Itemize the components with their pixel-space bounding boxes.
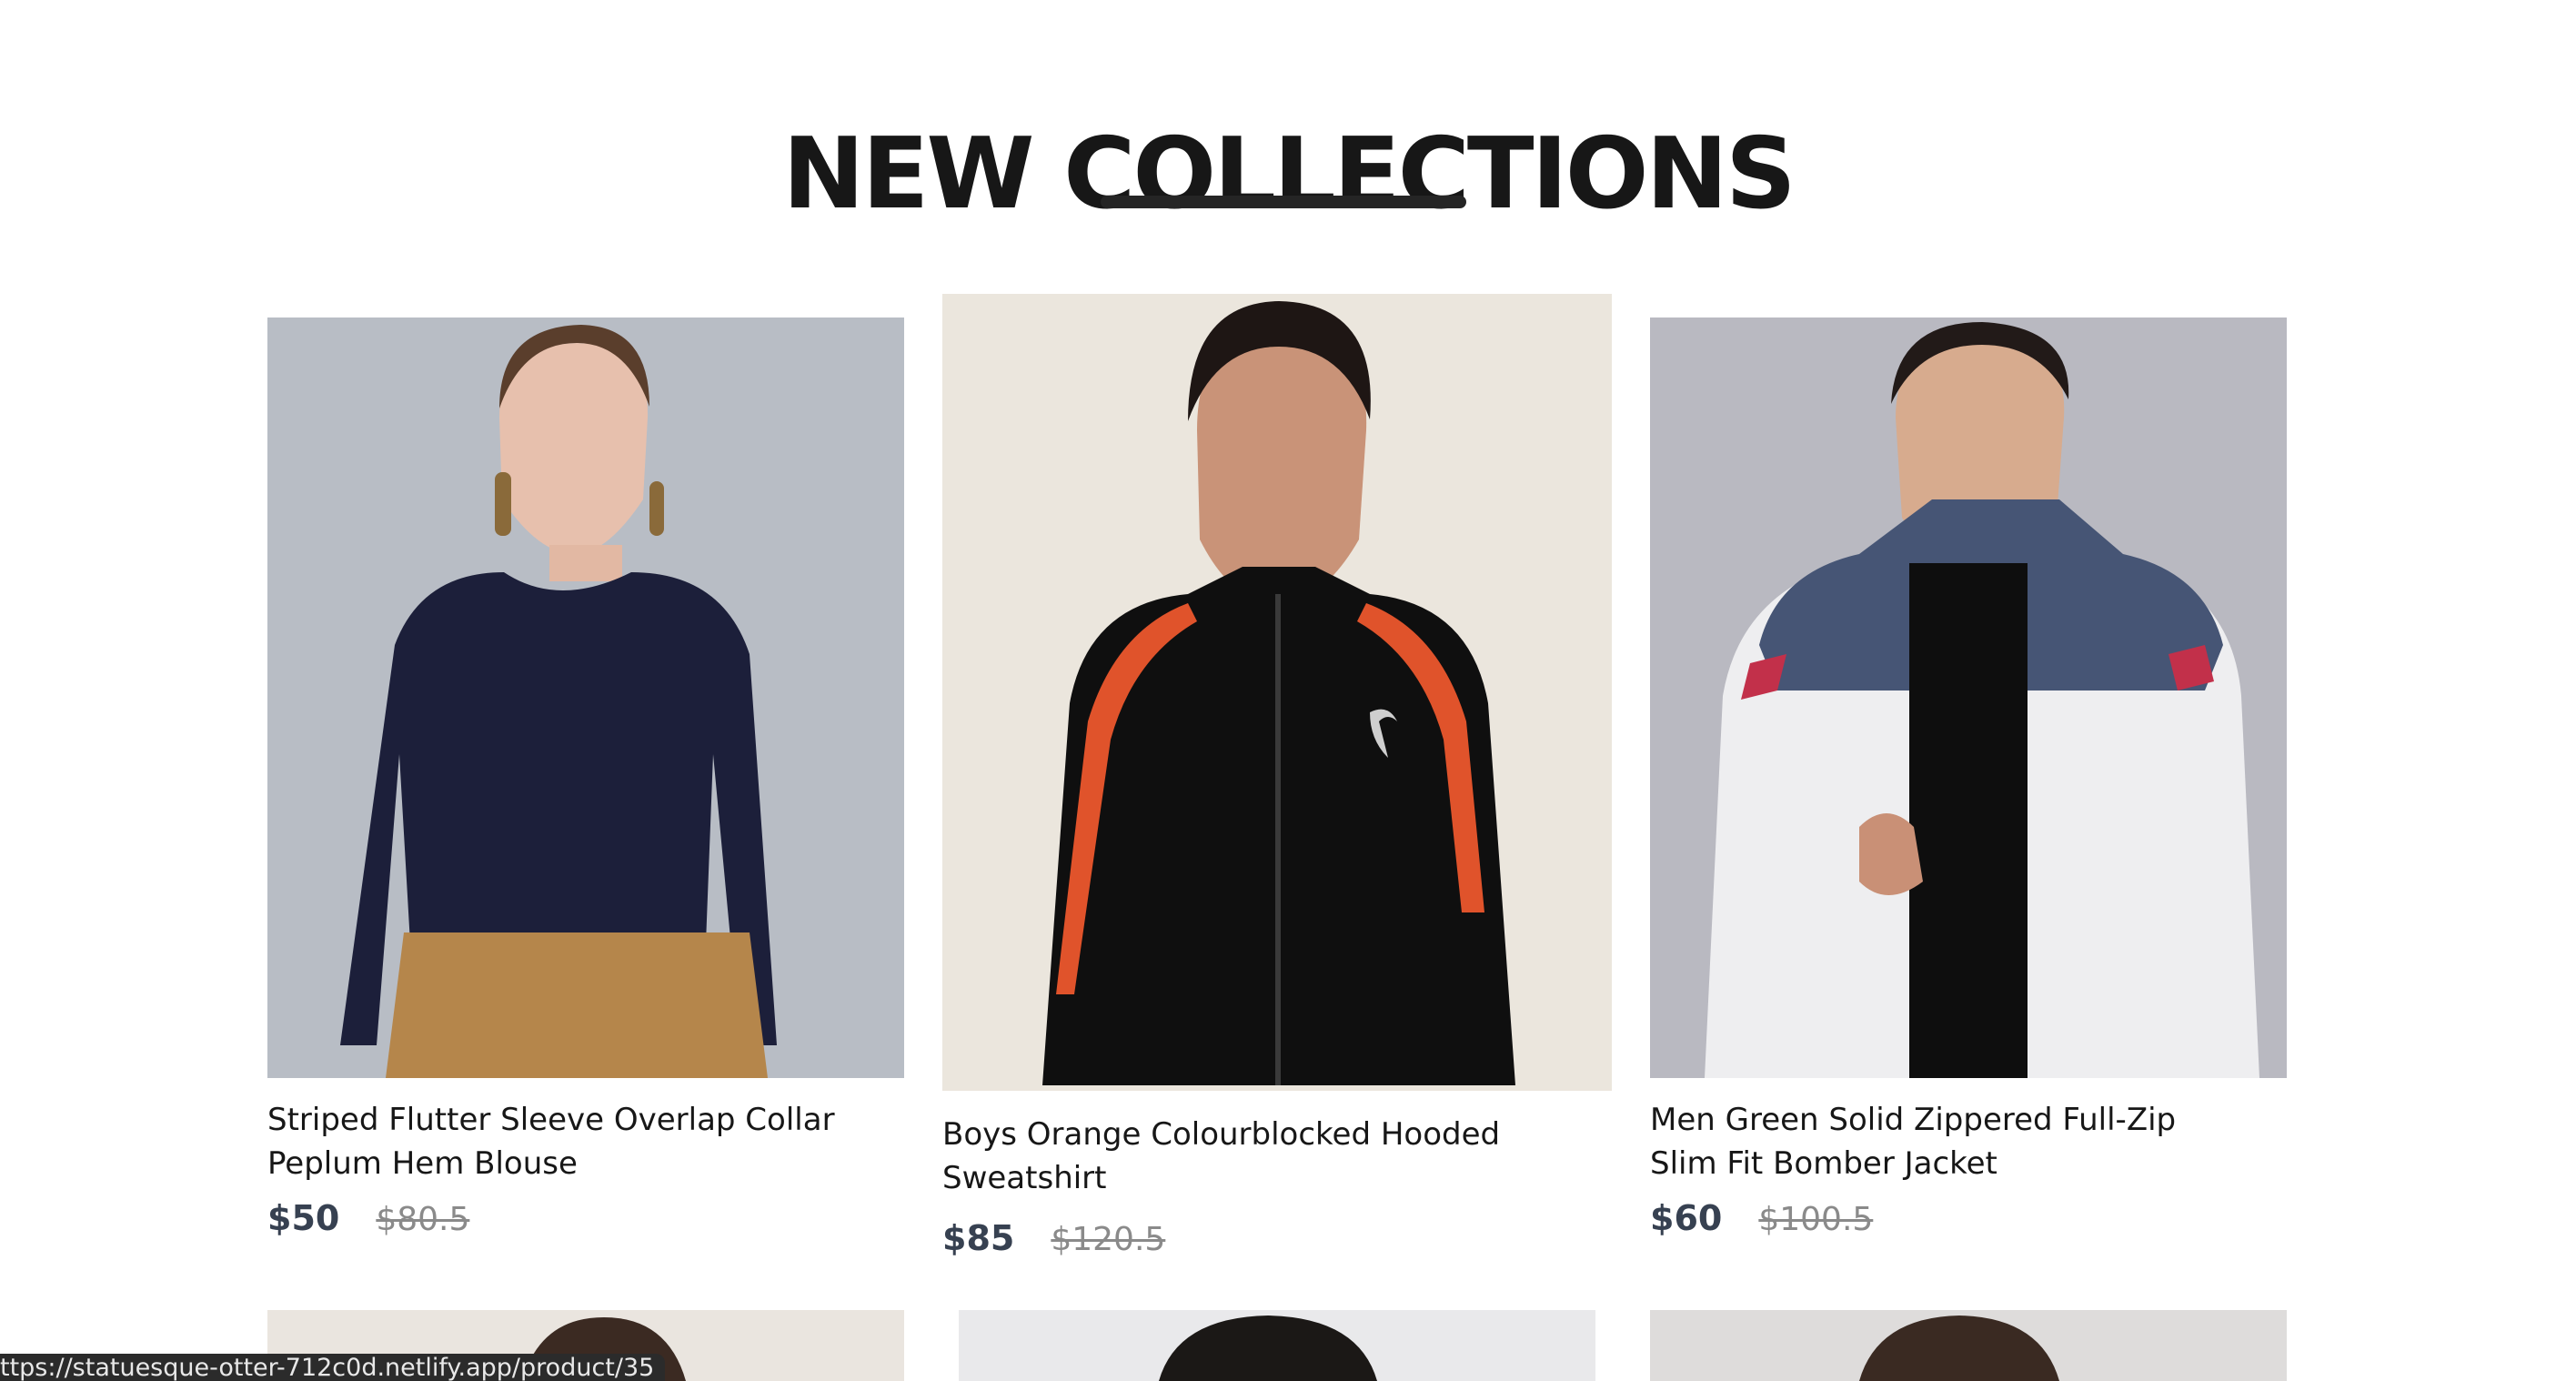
product-name[interactable]: Men Green Solid Zippered Full-Zip Slim F… [1650, 1098, 2250, 1185]
price-group: $85 $120.5 [942, 1218, 1165, 1258]
product-card[interactable]: Men Green Solid Zippered Full-Zip Slim F… [1650, 318, 2287, 1264]
product-card[interactable]: Striped Flutter Sleeve Overlap Collar Pe… [267, 318, 904, 1264]
product-image[interactable] [267, 318, 904, 1078]
link-preview-status-bar: ttps://statuesque-otter-712c0d.netlify.a… [0, 1354, 666, 1381]
product-name[interactable]: Striped Flutter Sleeve Overlap Collar Pe… [267, 1098, 868, 1185]
title-underline [1101, 196, 1466, 208]
product-image-next-row[interactable] [1650, 1310, 2287, 1381]
product-old-price: $120.5 [1051, 1221, 1166, 1258]
product-image[interactable] [1650, 318, 2287, 1078]
price-group: $60 $100.5 [1650, 1198, 1873, 1238]
product-name[interactable]: Boys Orange Colourblocked Hooded Sweatsh… [942, 1113, 1561, 1200]
section-title: NEW COLLECTIONS [782, 117, 1796, 232]
product-card[interactable]: Boys Orange Colourblocked Hooded Sweatsh… [942, 294, 1612, 1276]
price-group: $50 $80.5 [267, 1198, 469, 1238]
product-price: $85 [942, 1218, 1015, 1258]
product-old-price: $100.5 [1758, 1201, 1874, 1238]
product-image-next-row[interactable] [959, 1310, 1595, 1381]
product-image[interactable] [942, 294, 1612, 1091]
product-old-price: $80.5 [376, 1201, 470, 1238]
product-price: $50 [267, 1198, 340, 1238]
product-price: $60 [1650, 1198, 1723, 1238]
new-collections-page: NEW COLLECTIONS Striped Flutter Sleeve O… [0, 0, 2576, 1381]
